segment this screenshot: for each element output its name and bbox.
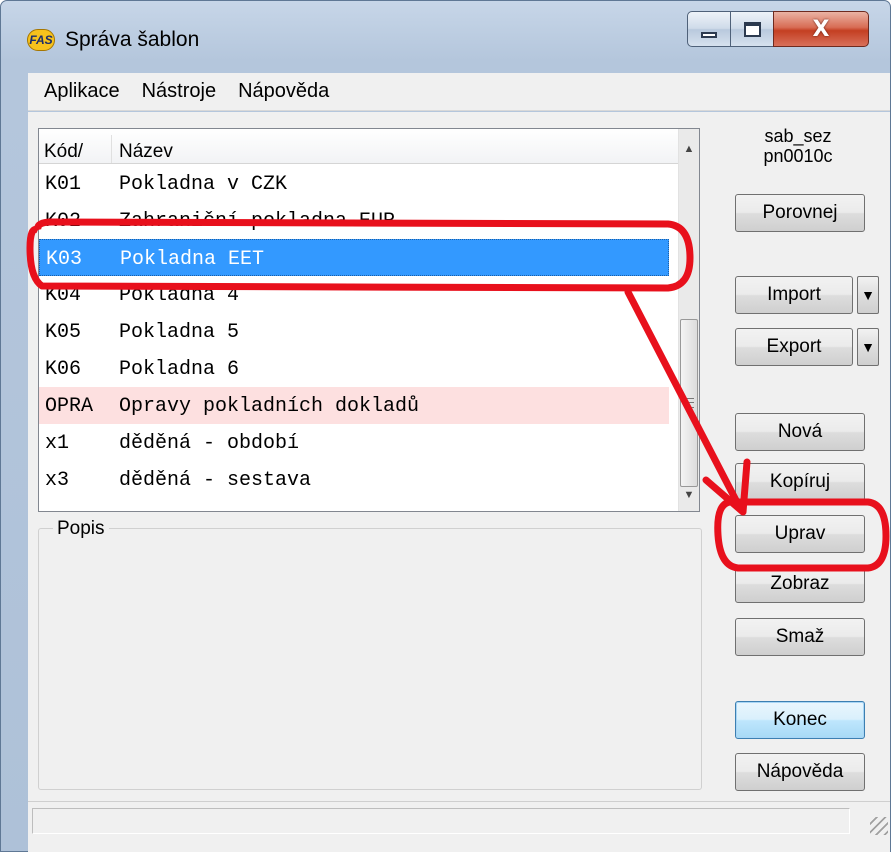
action-panel: sab_sez pn0010c Porovnej Import ▼ Export…	[718, 112, 888, 852]
row-name: Pokladna 4	[119, 284, 240, 307]
title-bar[interactable]: FAS Správa šablon X	[1, 1, 890, 71]
import-dropdown-button[interactable]: ▼	[857, 276, 879, 314]
grip-icon	[686, 398, 694, 408]
list-header: Kód/ Název	[39, 129, 679, 164]
info-line-2: pn0010c	[763, 146, 833, 166]
minimize-button[interactable]	[687, 11, 731, 47]
row-code: K03	[46, 248, 83, 271]
table-row[interactable]: K05 Pokladna 5	[39, 313, 669, 350]
row-name: Pokladna 5	[119, 321, 240, 344]
table-row[interactable]: x3 děděná - sestava	[39, 461, 669, 498]
row-code: K06	[45, 358, 82, 381]
row-name: Pokladna EET	[120, 248, 265, 271]
table-row[interactable]: K01 Pokladna v CZK	[39, 165, 669, 202]
description-label: Popis	[53, 518, 109, 540]
row-name: děděná - sestava	[119, 469, 312, 492]
column-header-name[interactable]: Název	[119, 141, 173, 163]
row-name: Pokladna 6	[119, 358, 240, 381]
template-list[interactable]: Kód/ Název K01 Pokladna v CZK K02 Zahran…	[38, 128, 700, 512]
view-button[interactable]: Zobraz	[735, 565, 865, 603]
dropdown-arrow-icon: ▼	[861, 339, 875, 355]
export-button[interactable]: Export	[735, 328, 853, 366]
row-code: K01	[45, 173, 82, 196]
info-line-1: sab_sez	[764, 126, 832, 146]
close-icon: X	[812, 16, 830, 42]
scrollbar-thumb[interactable]	[680, 319, 698, 487]
list-scrollbar[interactable]: ▲ ▼	[678, 129, 699, 511]
dropdown-arrow-icon: ▼	[861, 287, 875, 303]
close-window-button[interactable]: X	[773, 11, 869, 47]
row-name: Zahraniční pokladna EUR	[119, 210, 396, 233]
copy-button[interactable]: Kopíruj	[735, 463, 865, 501]
row-code: x1	[45, 432, 70, 455]
compare-button[interactable]: Porovnej	[735, 194, 865, 232]
row-code: OPRA	[45, 395, 94, 418]
import-button[interactable]: Import	[735, 276, 853, 314]
new-button[interactable]: Nová	[735, 413, 865, 451]
close-button[interactable]: Konec	[735, 701, 865, 739]
status-field	[32, 808, 850, 834]
resize-grip-icon[interactable]	[870, 817, 888, 835]
table-row[interactable]: K06 Pokladna 6	[39, 350, 669, 387]
help-button[interactable]: Nápověda	[735, 753, 865, 791]
scroll-down-icon[interactable]: ▼	[679, 483, 699, 507]
menu-napoveda[interactable]: Nápověda	[238, 80, 329, 103]
row-name: Pokladna v CZK	[119, 173, 288, 196]
menu-bar: Aplikace Nástroje Nápověda	[28, 73, 890, 111]
menu-nastroje[interactable]: Nástroje	[142, 80, 216, 103]
client-area: Kód/ Název K01 Pokladna v CZK K02 Zahran…	[28, 112, 890, 852]
app-window: FAS Správa šablon X Aplikace Nástroje Ná…	[0, 0, 891, 852]
export-dropdown-button[interactable]: ▼	[857, 328, 879, 366]
row-code: K04	[45, 284, 82, 307]
menu-aplikace[interactable]: Aplikace	[44, 80, 120, 103]
column-header-code[interactable]: Kód/	[44, 141, 83, 163]
maximize-button[interactable]	[730, 11, 774, 47]
template-info: sab_sez pn0010c	[718, 126, 878, 166]
maximize-icon	[743, 21, 761, 37]
status-bar	[28, 801, 890, 837]
description-group: Popis	[38, 518, 702, 790]
minimize-icon	[701, 32, 717, 38]
table-row-selected[interactable]: K03 Pokladna EET	[39, 239, 669, 276]
delete-button[interactable]: Smaž	[735, 618, 865, 656]
row-name: Opravy pokladních dokladů	[119, 395, 420, 418]
window-title: Správa šablon	[65, 28, 200, 51]
edit-button[interactable]: Uprav	[735, 515, 865, 553]
row-name: děděná - období	[119, 432, 300, 455]
table-row[interactable]: x1 děděná - období	[39, 424, 669, 461]
row-code: K02	[45, 210, 82, 233]
table-row[interactable]: K02 Zahraniční pokladna EUR	[39, 202, 669, 239]
scroll-up-icon[interactable]: ▲	[679, 137, 699, 161]
table-row[interactable]: K04 Pokladna 4	[39, 276, 669, 313]
table-row-highlighted[interactable]: OPRA Opravy pokladních dokladů	[39, 387, 669, 424]
row-code: x3	[45, 469, 70, 492]
row-code: K05	[45, 321, 82, 344]
column-divider[interactable]	[111, 135, 112, 163]
app-logo-icon: FAS	[27, 29, 55, 51]
